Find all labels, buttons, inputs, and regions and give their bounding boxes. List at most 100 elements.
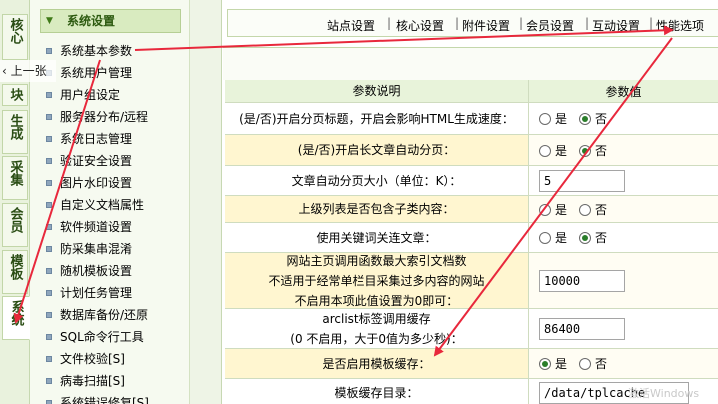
radio-option-yes[interactable]: 是 xyxy=(539,142,567,159)
radio-yes-label: 是 xyxy=(555,202,568,217)
bullet-icon xyxy=(46,158,52,164)
radio-no[interactable] xyxy=(579,203,592,216)
radio-no[interactable] xyxy=(579,144,592,157)
sidebar-item-soft-channel[interactable]: 软件频道设置 xyxy=(46,216,186,238)
table-row: (是/否)开启长文章自动分页： 是 否 xyxy=(225,135,718,166)
sidebar-item-label: 系统日志管理 xyxy=(60,132,133,146)
bullet-icon xyxy=(46,92,52,98)
radio-option-yes[interactable]: 是 xyxy=(539,229,567,246)
sidebar-item-label: 数据库备份/还原 xyxy=(60,308,149,322)
vtab-template[interactable]: 模板 xyxy=(2,250,28,294)
bullet-icon xyxy=(46,312,52,318)
sidebar-item-basic-params[interactable]: 系统基本参数 xyxy=(46,40,186,62)
bullet-icon xyxy=(46,400,52,404)
row-label: (是/否)开启长文章自动分页： xyxy=(225,135,529,165)
settings-tab-row: 站点设置 | 核心设置 | 附件设置 | 会员设置 | 互动设置 | 性能选项 xyxy=(227,9,718,37)
bullet-icon xyxy=(46,246,52,252)
row-value: 是 否 xyxy=(529,196,718,222)
row-label: 文章自动分页大小（单位：K）： xyxy=(225,166,529,195)
sidebar-item-doc-attrs[interactable]: 自定义文档属性 xyxy=(46,194,186,216)
sidebar-item-tasks[interactable]: 计划任务管理 xyxy=(46,282,186,304)
sidebar-item-usergroup[interactable]: 用户组设定 xyxy=(46,84,186,106)
table-row: 是否启用模板缓存： 是 否 xyxy=(225,349,718,379)
vtab-block[interactable]: 块 xyxy=(2,84,28,106)
bullet-icon xyxy=(46,136,52,142)
radio-no[interactable] xyxy=(579,113,592,125)
row-label: 网站主页调用函数最大索引文档数 不适用于经常单栏目采集过多内容的网站 不启用本项… xyxy=(225,253,529,308)
sidebar-item-label: 随机模板设置 xyxy=(60,264,133,278)
row-label-line: (0 不启用，大于0值为多少秒)： xyxy=(290,331,463,346)
sidebar-item-watermark[interactable]: 图片水印设置 xyxy=(46,172,186,194)
sidebar-item-label: 防采集串混淆 xyxy=(60,242,133,256)
row-value xyxy=(529,253,718,308)
vtab-generate[interactable]: 生成 xyxy=(2,110,28,154)
tab-performance-options[interactable]: 性能选项 xyxy=(656,17,704,34)
sidebar-item-logs[interactable]: 系统日志管理 xyxy=(46,128,186,150)
arclist-cache-input[interactable] xyxy=(539,317,625,340)
table-row: 网站主页调用函数最大索引文档数 不适用于经常单栏目采集过多内容的网站 不启用本项… xyxy=(225,253,718,309)
autopage-size-input[interactable] xyxy=(539,169,625,192)
sidebar-item-file-check[interactable]: 文件校验[S] xyxy=(46,348,186,370)
radio-yes[interactable] xyxy=(539,203,551,216)
sidebar-item-server[interactable]: 服务器分布/远程 xyxy=(46,106,186,128)
bullet-icon xyxy=(46,356,52,362)
header-param-value: 参数值 xyxy=(605,84,642,99)
radio-option-no[interactable]: 否 xyxy=(579,142,607,159)
radio-no[interactable] xyxy=(579,232,592,244)
vtab-system[interactable]: 系统 xyxy=(2,296,30,340)
radio-yes[interactable] xyxy=(539,358,551,370)
collapse-triangle-icon: ▼ xyxy=(46,16,53,26)
radio-yes[interactable] xyxy=(539,113,551,125)
vtab-collect-label: 采集 xyxy=(7,160,23,186)
tab-site-settings[interactable]: 站点设置 xyxy=(327,17,375,34)
radio-option-no[interactable]: 否 xyxy=(579,201,607,218)
sidebar-item-anticollect[interactable]: 防采集串混淆 xyxy=(46,238,186,260)
vtab-member[interactable]: 会员 xyxy=(2,203,28,247)
tab-interaction-settings[interactable]: 互动设置 xyxy=(592,17,640,34)
bullet-icon xyxy=(46,290,52,296)
radio-option-no[interactable]: 否 xyxy=(579,229,607,246)
row-label-line: arclist标签调用缓存 xyxy=(322,311,431,326)
sidebar-item-user-mgmt[interactable]: 系统用户管理 xyxy=(46,62,186,84)
radio-yes[interactable] xyxy=(539,232,551,244)
tab-member-settings[interactable]: 会员设置 xyxy=(526,17,574,34)
tab-attachment-settings[interactable]: 附件设置 xyxy=(462,17,510,34)
sidebar-item-error-fix[interactable]: 系统错误修复[S] xyxy=(46,392,186,404)
tab-core-settings[interactable]: 核心设置 xyxy=(396,17,444,34)
radio-option-no[interactable]: 否 xyxy=(579,355,607,372)
sidebar-item-db-backup[interactable]: 数据库备份/还原 xyxy=(46,304,186,326)
vtab-collect[interactable]: 采集 xyxy=(2,156,28,200)
sidebar-item-sql[interactable]: SQL命令行工具 xyxy=(46,326,186,348)
sidebar-item-security[interactable]: 验证安全设置 xyxy=(46,150,186,172)
bullet-icon xyxy=(46,268,52,274)
radio-no[interactable] xyxy=(579,358,592,370)
previous-image-button[interactable]: ‹ 上一张 xyxy=(0,60,56,82)
radio-option-yes[interactable]: 是 xyxy=(539,110,567,127)
vtab-template-label: 模板 xyxy=(7,254,23,280)
vtab-core[interactable]: 核心 xyxy=(2,14,28,60)
sidebar-item-label: 文件校验[S] xyxy=(60,352,125,366)
sidebar-item-random-tpl[interactable]: 随机模板设置 xyxy=(46,260,186,282)
sidebar-item-label: 图片水印设置 xyxy=(60,176,133,190)
sidebar-item-label: 软件频道设置 xyxy=(60,220,133,234)
row-value: 是 否 xyxy=(529,135,718,165)
index-max-docs-input[interactable] xyxy=(539,269,625,292)
radio-option-no[interactable]: 否 xyxy=(579,110,607,127)
row-label: (是/否)开启分页标题，开启会影响HTML生成速度： xyxy=(225,103,529,134)
vtab-system-label: 系统 xyxy=(8,300,24,326)
sidebar-item-label: 服务器分布/远程 xyxy=(60,110,149,124)
row-label: 使用关键词关连文章： xyxy=(225,223,529,252)
sidebar-header[interactable]: ▼ 系统设置 xyxy=(40,9,181,33)
bullet-icon xyxy=(46,378,52,384)
header-param-desc: 参数说明 xyxy=(225,80,529,102)
sidebar-item-label: 用户组设定 xyxy=(60,88,121,102)
bullet-icon xyxy=(46,48,52,54)
radio-option-yes[interactable]: 是 xyxy=(539,355,567,372)
table-row: (是/否)开启分页标题，开启会影响HTML生成速度： 是 否 xyxy=(225,103,718,135)
tab-separator: | xyxy=(387,16,392,30)
radio-option-yes[interactable]: 是 xyxy=(539,201,567,218)
row-value: 是 否 xyxy=(529,223,718,252)
radio-yes[interactable] xyxy=(539,144,551,157)
sidebar-item-virus-scan[interactable]: 病毒扫描[S] xyxy=(46,370,186,392)
row-label: arclist标签调用缓存 (0 不启用，大于0值为多少秒)： xyxy=(225,309,529,348)
